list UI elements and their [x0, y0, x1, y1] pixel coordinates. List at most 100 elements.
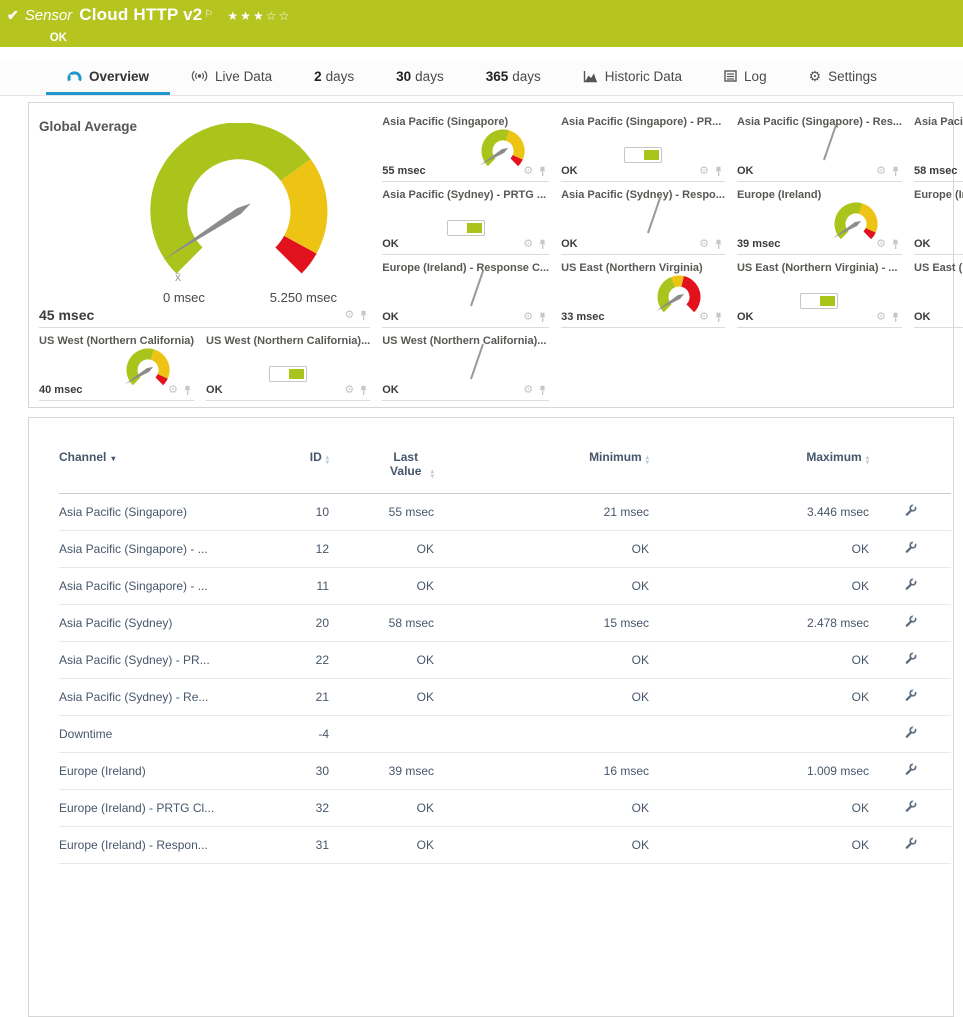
- tab-label: Overview: [89, 68, 150, 84]
- gear-icon[interactable]: ⚙: [876, 311, 886, 323]
- tab-historic-data[interactable]: Historic Data: [562, 60, 703, 95]
- pin-icon[interactable]: [891, 239, 900, 250]
- cell-channel[interactable]: Europe (Ireland): [59, 752, 259, 790]
- gauge-cell-title: US East (Northern Virginia) - ...: [736, 262, 898, 274]
- gauge-cell-value: OK: [914, 238, 931, 250]
- gear-icon[interactable]: ⚙: [523, 238, 533, 250]
- tab-settings[interactable]: ⚙ Settings: [788, 60, 898, 95]
- cell-channel[interactable]: Asia Pacific (Singapore) - ...: [59, 567, 259, 605]
- chart-icon: [583, 70, 598, 83]
- gear-icon[interactable]: ⚙: [168, 384, 178, 396]
- cell-last-value: [329, 715, 434, 753]
- column-header-last-value[interactable]: Last Value ▴ ▾: [329, 446, 434, 494]
- table-row: Asia Pacific (Singapore) - ... 11 OK OK OK: [59, 567, 951, 605]
- gauge-cell: Asia Pacific (Sydney) - PRTG ... OK ⚙: [382, 182, 550, 255]
- log-icon: [724, 70, 737, 82]
- gauge-cell-title: Asia Pacific (Sydney): [914, 116, 963, 128]
- cell-maximum: OK: [649, 826, 869, 864]
- cell-id: -4: [259, 715, 329, 753]
- cell-id: 11: [259, 567, 329, 605]
- gauge-cell-value: 39 msec: [736, 238, 781, 250]
- pin-icon[interactable]: [538, 239, 547, 250]
- channel-table: Channel ▾ ID ▴ ▾ Last Value ▴ ▾ Minimum ▴ ▾ Maximum…: [59, 446, 951, 864]
- priority-stars[interactable]: ★★★☆☆: [227, 9, 291, 23]
- gauge-cell-title: Europe (Ireland) - PRTG Cloud...: [914, 189, 963, 201]
- edit-channel-wrench-icon[interactable]: [904, 799, 917, 813]
- pin-icon[interactable]: [714, 166, 723, 177]
- tab-days[interactable]: 2 days: [293, 60, 375, 95]
- cell-channel[interactable]: Europe (Ireland) - Respon...: [59, 826, 259, 864]
- gear-icon[interactable]: ⚙: [523, 311, 533, 323]
- cell-maximum: 1.009 msec: [649, 752, 869, 790]
- gauges-grid: Global Average x̄ 0 msec 5.250 msec 45 m…: [29, 103, 963, 407]
- cell-maximum: OK: [649, 789, 869, 827]
- gauge-cell-value: OK: [382, 311, 399, 323]
- cell-id: 21: [259, 678, 329, 716]
- pin-icon[interactable]: [538, 166, 547, 177]
- cell-channel[interactable]: Asia Pacific (Sydney) - Re...: [59, 678, 259, 716]
- edit-channel-wrench-icon[interactable]: [904, 503, 917, 517]
- tab-days[interactable]: 30 days: [375, 60, 465, 95]
- tab-days[interactable]: 365 days: [465, 60, 562, 95]
- cell-channel[interactable]: Downtime: [59, 715, 259, 753]
- gear-icon[interactable]: ⚙: [344, 309, 354, 321]
- edit-channel-wrench-icon[interactable]: [904, 577, 917, 591]
- gear-icon[interactable]: ⚙: [876, 165, 886, 177]
- needle-indicator: [469, 270, 484, 307]
- column-header-id[interactable]: ID ▴ ▾: [259, 446, 329, 494]
- pin-icon[interactable]: [538, 312, 547, 323]
- cell-channel[interactable]: Europe (Ireland) - PRTG Cl...: [59, 789, 259, 827]
- pin-icon[interactable]: [714, 239, 723, 250]
- sort-icon: ▴ ▾: [430, 468, 434, 480]
- pin-icon[interactable]: [538, 385, 547, 396]
- edit-channel-wrench-icon[interactable]: [904, 725, 917, 739]
- edit-channel-wrench-icon[interactable]: [904, 762, 917, 776]
- gauge-cell: Europe (Ireland) - Response C... OK ⚙: [382, 255, 550, 328]
- gear-icon[interactable]: ⚙: [699, 311, 709, 323]
- ok-toggle-indicator: [624, 147, 663, 163]
- gear-icon[interactable]: ⚙: [523, 384, 533, 396]
- cell-channel[interactable]: Asia Pacific (Singapore): [59, 493, 259, 531]
- edit-channel-wrench-icon[interactable]: [904, 836, 917, 850]
- column-header-minimum[interactable]: Minimum ▴ ▾: [434, 446, 649, 494]
- cell-channel[interactable]: Asia Pacific (Sydney) - PR...: [59, 641, 259, 679]
- gauge-cell-title: Asia Pacific (Singapore) - PR...: [561, 116, 722, 128]
- flag-icon[interactable]: ⚐: [204, 9, 213, 20]
- pin-icon[interactable]: [359, 385, 368, 396]
- cell-maximum: OK: [649, 678, 869, 716]
- gauge-cell-value: OK: [736, 165, 754, 177]
- tab-label: Live Data: [215, 68, 273, 84]
- tab-overview[interactable]: Overview: [46, 60, 171, 95]
- edit-channel-wrench-icon[interactable]: [904, 651, 917, 665]
- needle-indicator: [646, 197, 661, 234]
- ok-toggle-indicator: [800, 293, 839, 309]
- cell-id: 30: [259, 752, 329, 790]
- column-header-maximum[interactable]: Maximum ▴ ▾: [649, 446, 869, 494]
- gauge-cell-value: 33 msec: [561, 311, 605, 323]
- channel-table-panel: Channel ▾ ID ▴ ▾ Last Value ▴ ▾ Minimum ▴ ▾ Maximum…: [28, 417, 954, 1017]
- gauge-cell-actions: ⚙: [344, 384, 368, 396]
- table-row: Europe (Ireland) - PRTG Cl... 32 OK OK OK: [59, 789, 951, 827]
- edit-channel-wrench-icon[interactable]: [904, 540, 917, 554]
- gear-icon[interactable]: ⚙: [344, 384, 354, 396]
- pin-icon[interactable]: [714, 312, 723, 323]
- column-header-channel[interactable]: Channel ▾: [59, 446, 259, 494]
- cell-channel[interactable]: Asia Pacific (Singapore) - ...: [59, 530, 259, 568]
- cell-last-value: OK: [329, 789, 434, 827]
- pin-icon[interactable]: [891, 312, 900, 323]
- pin-icon[interactable]: [183, 385, 192, 396]
- gear-icon[interactable]: ⚙: [699, 238, 709, 250]
- tab-live-data[interactable]: Live Data: [170, 60, 293, 95]
- edit-channel-wrench-icon[interactable]: [904, 614, 917, 628]
- pin-icon[interactable]: [359, 310, 368, 321]
- gauge-cell-title: Asia Pacific (Sydney) - Respo...: [561, 189, 725, 201]
- gear-icon[interactable]: ⚙: [699, 165, 709, 177]
- edit-channel-wrench-icon[interactable]: [904, 688, 917, 702]
- gear-icon[interactable]: ⚙: [876, 238, 886, 250]
- tab-log[interactable]: Log: [703, 60, 788, 95]
- gear-icon[interactable]: ⚙: [523, 165, 533, 177]
- gauge-cell-value: OK: [561, 238, 578, 250]
- cell-channel[interactable]: Asia Pacific (Sydney): [59, 604, 259, 642]
- gauge-cell-value: OK: [382, 238, 399, 250]
- pin-icon[interactable]: [891, 166, 900, 177]
